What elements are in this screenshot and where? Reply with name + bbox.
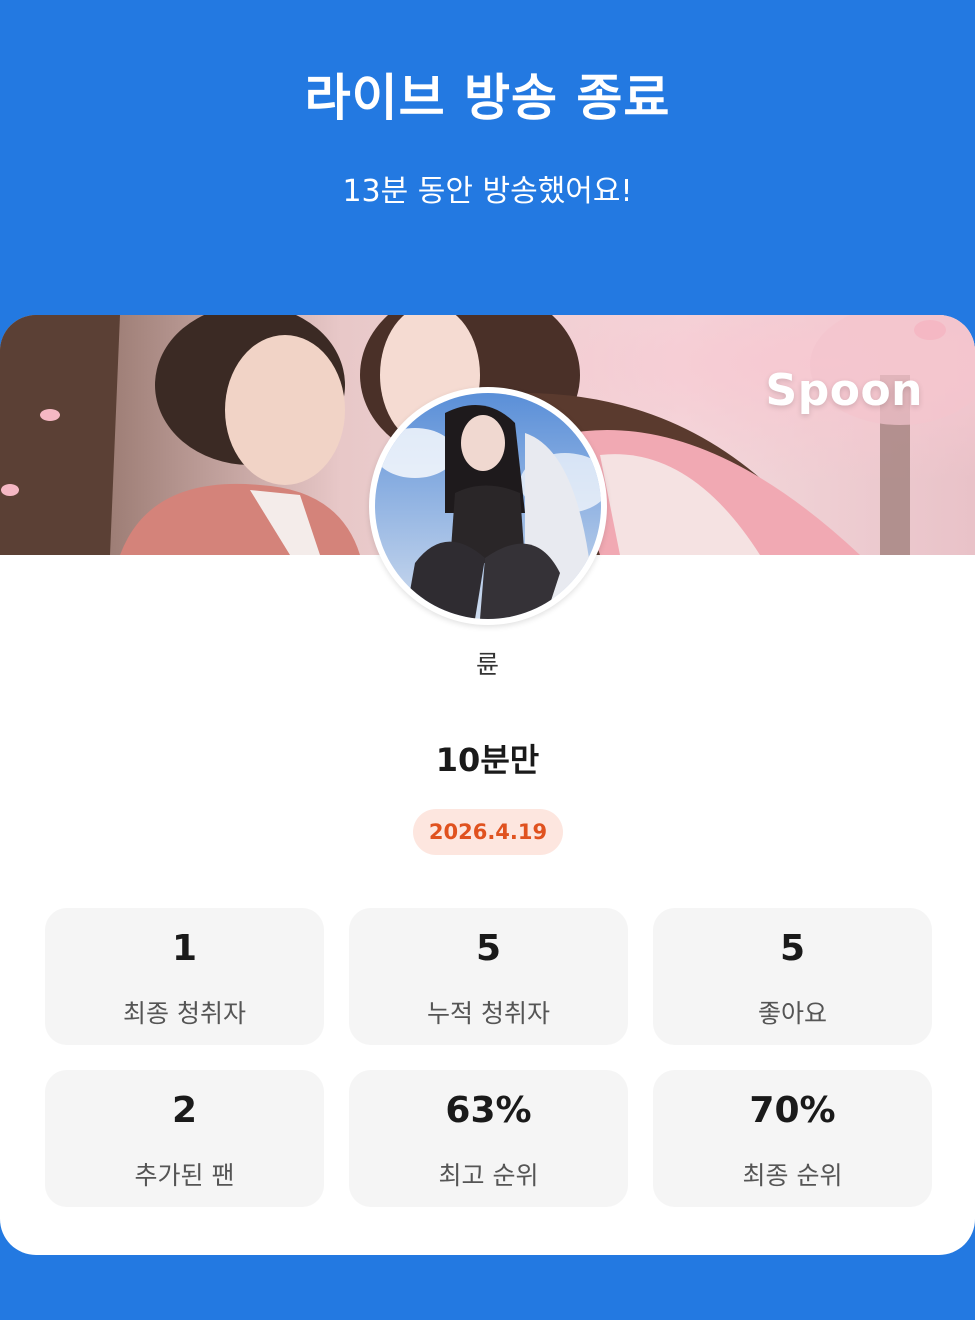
- stat-label: 최종 청취자: [123, 999, 246, 1028]
- broadcast-duration-text: 13분 동안 방송했어요!: [342, 174, 633, 209]
- stat-label: 최종 순위: [742, 1161, 843, 1190]
- dj-avatar: [369, 387, 607, 625]
- stat-total-listeners: 5 누적 청취자: [349, 908, 628, 1045]
- stat-value: 1: [171, 928, 198, 969]
- stat-value: 63%: [445, 1090, 532, 1131]
- stat-new-fans: 2 추가된 팬: [45, 1070, 324, 1207]
- dj-name: 륜: [475, 650, 499, 679]
- stat-value: 5: [475, 928, 502, 969]
- stat-final-rank: 70% 최종 순위: [653, 1070, 932, 1207]
- stat-likes: 5 좋아요: [653, 908, 932, 1045]
- live-summary-card: Spoon 륜 10분만 2026.4.19 1 최종 청취자 5 누적 청취자…: [0, 315, 975, 1255]
- stat-value: 2: [171, 1090, 198, 1131]
- stat-highest-rank: 63% 최고 순위: [349, 1070, 628, 1207]
- live-title: 10분만: [435, 741, 540, 779]
- stat-label: 누적 청취자: [427, 999, 550, 1028]
- stat-value: 5: [779, 928, 806, 969]
- stat-label: 최고 순위: [438, 1161, 539, 1190]
- stat-label: 좋아요: [757, 999, 827, 1028]
- stat-label: 추가된 팬: [134, 1161, 235, 1190]
- date-badge: 2026.4.19: [413, 809, 563, 855]
- avatar-image-icon: [375, 393, 601, 619]
- page-title: 라이브 방송 종료: [304, 69, 671, 127]
- stat-final-listeners: 1 최종 청취자: [45, 908, 324, 1045]
- stat-value: 70%: [749, 1090, 836, 1131]
- spoon-logo: Spoon: [765, 365, 923, 416]
